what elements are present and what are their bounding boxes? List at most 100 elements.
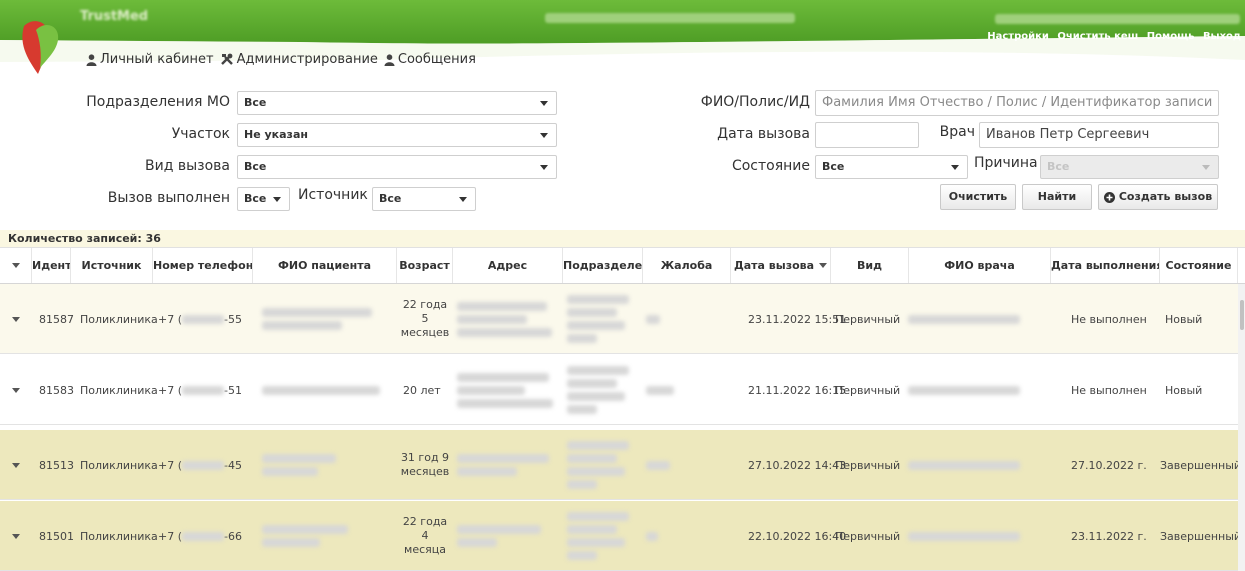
cell-doctor-name (908, 501, 1020, 571)
col-id[interactable]: Идент (32, 248, 71, 283)
cell-patient-name (262, 284, 372, 354)
header-info-blurred (545, 13, 795, 23)
departments-select[interactable]: Все (237, 91, 557, 115)
cell-address (457, 501, 541, 571)
table-row[interactable]: 81513 Поликлиника +7 (-45 31 год 9 месяц… (0, 430, 1242, 500)
reason-select[interactable]: Все (1040, 155, 1219, 179)
chevron-down-icon (273, 197, 281, 202)
row-expand-toggle[interactable] (0, 501, 32, 571)
reason-label: Причина (974, 155, 1038, 171)
cell-state: Завершенный (1160, 458, 1242, 472)
cell-department (567, 430, 629, 500)
cell-call-date: 27.10.2022 14:43 (748, 458, 847, 472)
blurred-value (182, 531, 225, 541)
cell-patient-name (262, 501, 348, 571)
cell-done-date: 27.10.2022 г. (1071, 458, 1147, 472)
cell-department (567, 501, 629, 571)
call-type-select-value: Все (244, 160, 267, 173)
cell-phone-prefix: +7 ( (158, 312, 183, 326)
user-info-blurred (995, 14, 1240, 24)
call-type-label: Вид вызова (145, 158, 230, 174)
search-input[interactable]: Фамилия Имя Отчество / Полис / Идентифик… (815, 90, 1219, 116)
nav-administration[interactable]: Администрирование (220, 52, 378, 67)
nav-messages[interactable]: Сообщения (384, 52, 476, 67)
row-expand-toggle[interactable] (0, 355, 32, 425)
settings-link[interactable]: Настройки (987, 31, 1049, 42)
col-patient-name[interactable]: ФИО пациента (253, 248, 397, 283)
tools-icon (220, 53, 233, 65)
table-row[interactable]: 81501 Поликлиника +7 (-66 22 года 4 меся… (0, 501, 1241, 571)
cell-age: 22 года 5 месяцев (400, 298, 450, 339)
expand-all-column[interactable] (0, 248, 32, 283)
cell-id: 81583 (39, 383, 74, 397)
district-select[interactable]: Не указан (237, 123, 557, 147)
row-expand-toggle[interactable] (0, 284, 32, 354)
create-call-button[interactable]: Создать вызов (1098, 184, 1218, 210)
completed-label: Вызов выполнен (107, 190, 230, 206)
cell-phone-prefix: +7 ( (158, 383, 183, 397)
chevron-down-icon (12, 387, 20, 393)
call-date-label: Дата вызова (717, 126, 810, 142)
top-links: Настройки Очистить кеш Помощь Выход (982, 31, 1241, 42)
table-row[interactable]: 81583 Поликлиника +7 (-51 20 лет 21.11.2… (0, 355, 1240, 425)
state-select-value: Все (822, 160, 845, 173)
col-state[interactable]: Состояние (1160, 248, 1238, 283)
completed-select[interactable]: Все (237, 187, 290, 211)
cell-done-date: 23.11.2022 г. (1071, 529, 1147, 543)
blurred-value (182, 385, 225, 395)
source-select-value: Все (379, 192, 402, 205)
col-age[interactable]: Возраст (397, 248, 453, 283)
call-type-select[interactable]: Все (237, 155, 557, 179)
col-phone[interactable]: Номер телефона г (153, 248, 253, 283)
nav-personal-cabinet[interactable]: Личный кабинет (86, 52, 214, 67)
table-scrollbar-thumb[interactable] (1240, 300, 1244, 330)
col-address[interactable]: Адрес (453, 248, 563, 283)
col-call-date[interactable]: Дата вызова (731, 248, 831, 283)
cell-type: Первичный (835, 383, 901, 397)
plus-circle-icon (1103, 191, 1115, 203)
cell-department (567, 355, 629, 425)
col-department[interactable]: Подразделен (563, 248, 643, 283)
state-select[interactable]: Все (815, 155, 968, 179)
user-icon (86, 53, 97, 66)
clear-button[interactable]: Очистить (940, 184, 1016, 210)
chevron-down-icon (12, 533, 20, 539)
cell-source: Поликлиника (80, 383, 158, 397)
table-row[interactable]: 81587 Поликлиника +7 (-55 22 года 5 меся… (0, 284, 1240, 354)
row-expand-toggle[interactable] (0, 430, 32, 500)
col-done-date[interactable]: Дата выполнения (1051, 248, 1160, 283)
cell-age: 31 год 9 месяцев (400, 451, 450, 478)
cell-complaint (646, 501, 658, 571)
doctor-label: Врач (939, 124, 975, 140)
find-button[interactable]: Найти (1022, 184, 1092, 210)
help-link[interactable]: Помощь (1147, 31, 1195, 42)
main-nav: Личный кабинет Администрирование Сообщен… (86, 52, 482, 67)
departments-label: Подразделения МО (86, 94, 230, 110)
col-complaint[interactable]: Жалоба (643, 248, 731, 283)
chevron-down-icon (540, 165, 548, 170)
chevron-down-icon (12, 316, 20, 322)
cell-type: Первичный (835, 529, 901, 543)
clear-cache-link[interactable]: Очистить кеш (1057, 31, 1138, 42)
cell-state: Новый (1165, 312, 1203, 326)
cell-complaint (646, 284, 660, 354)
cell-phone-suffix: -51 (224, 383, 242, 397)
doctor-input[interactable]: Иванов Петр Сергеевич (979, 122, 1219, 148)
cell-state: Новый (1165, 383, 1203, 397)
cell-department (567, 284, 629, 354)
cell-source: Поликлиника (80, 458, 158, 472)
chevron-down-icon (1202, 165, 1210, 170)
cell-doctor-name (908, 284, 1020, 354)
col-doctor-name[interactable]: ФИО врача (909, 248, 1051, 283)
cell-phone-prefix: +7 ( (158, 529, 183, 543)
logout-link[interactable]: Выход (1203, 31, 1241, 42)
call-date-input[interactable] (815, 122, 919, 148)
cell-patient-name (262, 355, 380, 425)
blurred-value (182, 314, 225, 324)
col-source[interactable]: Источник (71, 248, 153, 283)
col-type[interactable]: Вид (831, 248, 909, 283)
chevron-down-icon (11, 263, 20, 268)
create-call-label: Создать вызов (1118, 190, 1213, 203)
source-select[interactable]: Все (372, 187, 476, 211)
cell-phone: +7 (-45 (158, 430, 242, 500)
